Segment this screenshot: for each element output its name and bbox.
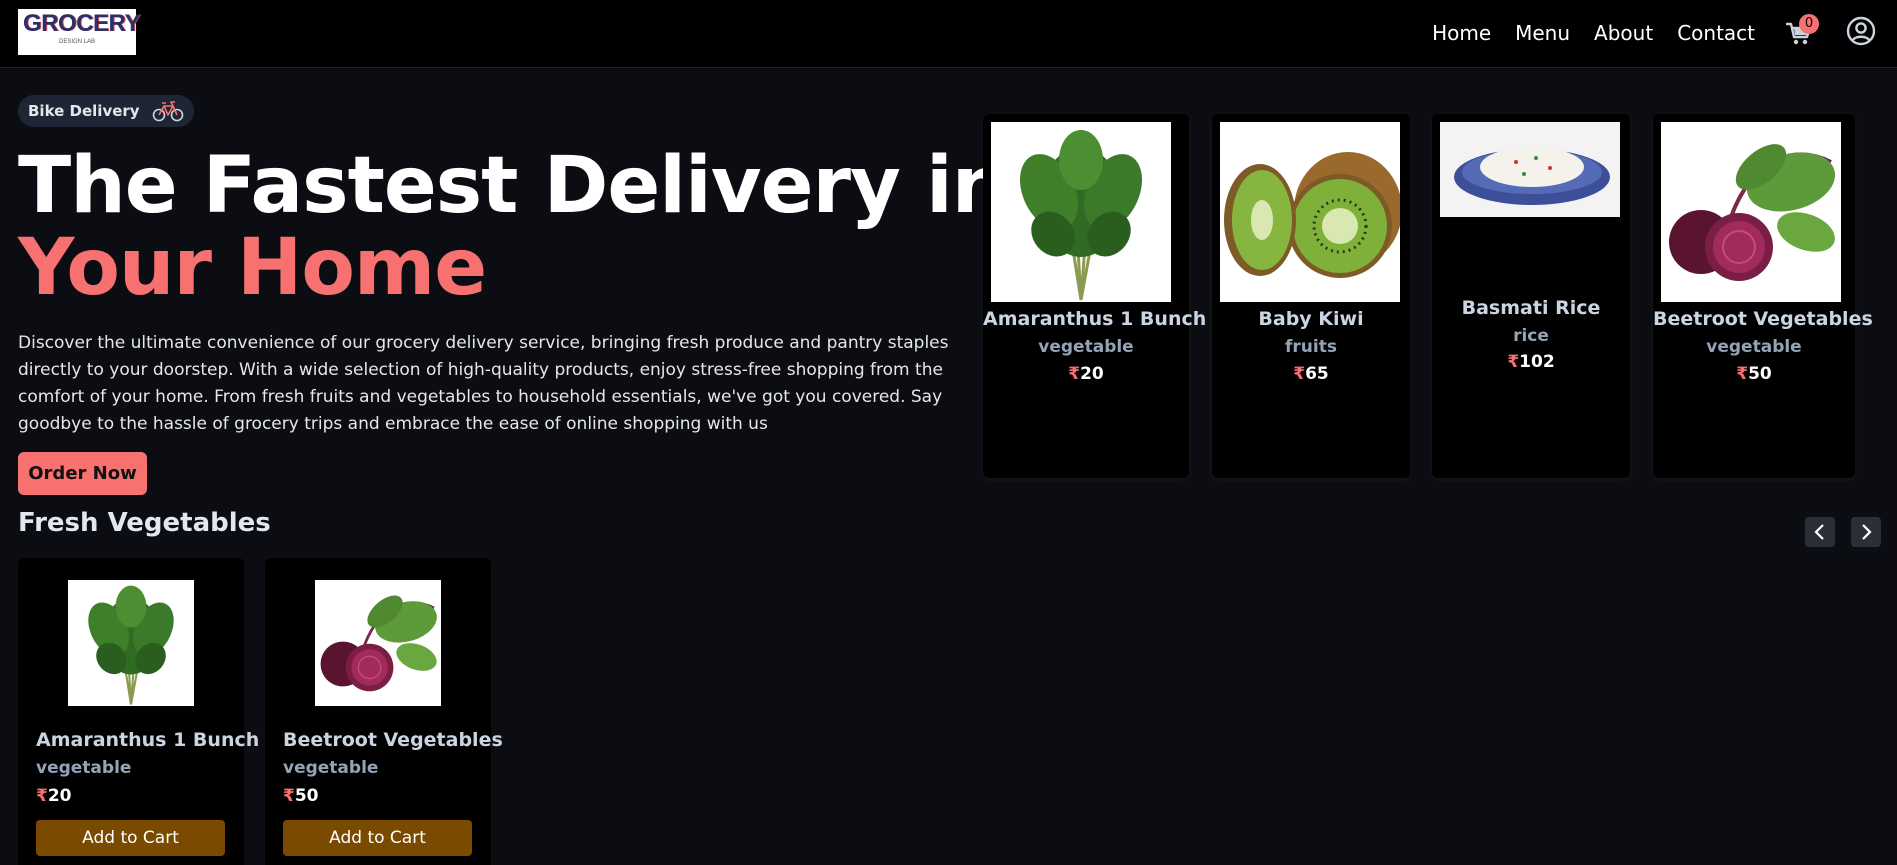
currency-symbol: ₹: [283, 786, 295, 806]
logo-subtext: DESIGN LAB: [58, 39, 95, 45]
currency-symbol: ₹: [1293, 364, 1306, 384]
product-name: Basmati Rice: [1461, 297, 1601, 319]
product-name: Beetroot Vegetables: [283, 729, 503, 751]
hero-title-line1: The Fastest Delivery in: [18, 141, 1007, 231]
product-price: ₹50: [1653, 364, 1855, 384]
hero-product-card[interactable]: Basmati Rice rice ₹102: [1432, 114, 1630, 478]
logo-text: GROCERY: [23, 10, 140, 37]
nav-contact-link[interactable]: Contact: [1677, 20, 1755, 46]
product-name: Beetroot Vegetables: [1653, 308, 1873, 330]
product-category: vegetable: [1706, 337, 1802, 357]
order-now-button[interactable]: Order Now: [18, 452, 147, 495]
add-to-cart-button[interactable]: Add to Cart: [36, 820, 225, 856]
kiwi-image: [1220, 122, 1400, 302]
currency-symbol: ₹: [1507, 352, 1520, 372]
product-card[interactable]: Amaranthus 1 Bunch vegetable ₹20 Add to …: [18, 558, 259, 865]
chevron-left-icon: [1814, 524, 1824, 540]
currency-symbol: ₹: [36, 786, 48, 806]
bike-delivery-badge: Bike Delivery: [18, 95, 194, 127]
currency-symbol: ₹: [1068, 364, 1081, 384]
hero-product-card[interactable]: Baby Kiwi fruits ₹65: [1212, 114, 1410, 478]
product-category: vegetable: [1038, 337, 1134, 357]
product-category: rice: [1513, 326, 1549, 346]
beetroot-image: [315, 580, 441, 706]
product-price: ₹65: [1212, 364, 1410, 384]
price-value: 20: [47, 786, 72, 806]
top-navbar: GROCERY DESIGN LAB Home Menu About Conta…: [0, 0, 1897, 68]
product-name: Amaranthus 1 Bunch: [983, 308, 1207, 330]
product-category: vegetable: [36, 758, 132, 778]
scroll-right-button[interactable]: [1851, 517, 1881, 547]
hero-product-card[interactable]: Amaranthus 1 Bunch vegetable ₹20: [983, 114, 1207, 478]
price-value: 65: [1305, 364, 1329, 384]
amaranthus-image: [991, 122, 1171, 302]
chevron-right-icon: [1862, 524, 1872, 540]
price-value: 50: [294, 786, 319, 806]
bicycle-icon: [152, 101, 183, 122]
beetroot-image: [1661, 122, 1841, 302]
hero-title: The Fastest Delivery in Your Home: [18, 141, 1007, 313]
currency-symbol: ₹: [1736, 364, 1749, 384]
price-value: 102: [1519, 352, 1555, 372]
nav-menu-link[interactable]: Menu: [1515, 20, 1570, 46]
main-nav: Home Menu About Contact: [1432, 20, 1755, 46]
price-value: 20: [1080, 364, 1104, 384]
product-price: ₹50: [283, 786, 319, 806]
rice-image: [1440, 122, 1620, 217]
hero-description: Discover the ultimate convenience of our…: [18, 333, 949, 434]
badge-label: Bike Delivery: [28, 102, 140, 120]
product-price: ₹102: [1432, 352, 1630, 372]
logo[interactable]: GROCERY DESIGN LAB: [18, 9, 140, 55]
user-icon[interactable]: [1846, 16, 1876, 46]
product-name: Amaranthus 1 Bunch: [36, 729, 260, 751]
cart-button[interactable]: 0: [1784, 14, 1819, 50]
product-category: fruits: [1285, 337, 1337, 357]
price-value: 50: [1748, 364, 1772, 384]
product-price: ₹20: [983, 364, 1189, 384]
scroll-left-button[interactable]: [1805, 517, 1835, 547]
section-title: Fresh Vegetables: [18, 508, 271, 538]
product-price: ₹20: [36, 786, 72, 806]
amaranthus-image: [68, 580, 194, 706]
product-card[interactable]: Beetroot Vegetables vegetable ₹50 Add to…: [265, 558, 503, 865]
hero-product-card[interactable]: Beetroot Vegetables vegetable ₹50: [1653, 114, 1873, 478]
cart-count-badge: 0: [1799, 14, 1819, 34]
add-to-cart-button[interactable]: Add to Cart: [283, 820, 472, 856]
nav-about-link[interactable]: About: [1594, 20, 1653, 46]
product-name: Baby Kiwi: [1258, 308, 1364, 330]
nav-home-link[interactable]: Home: [1432, 20, 1491, 46]
hero-title-highlight: Your Home: [18, 223, 487, 313]
product-category: vegetable: [283, 758, 379, 778]
